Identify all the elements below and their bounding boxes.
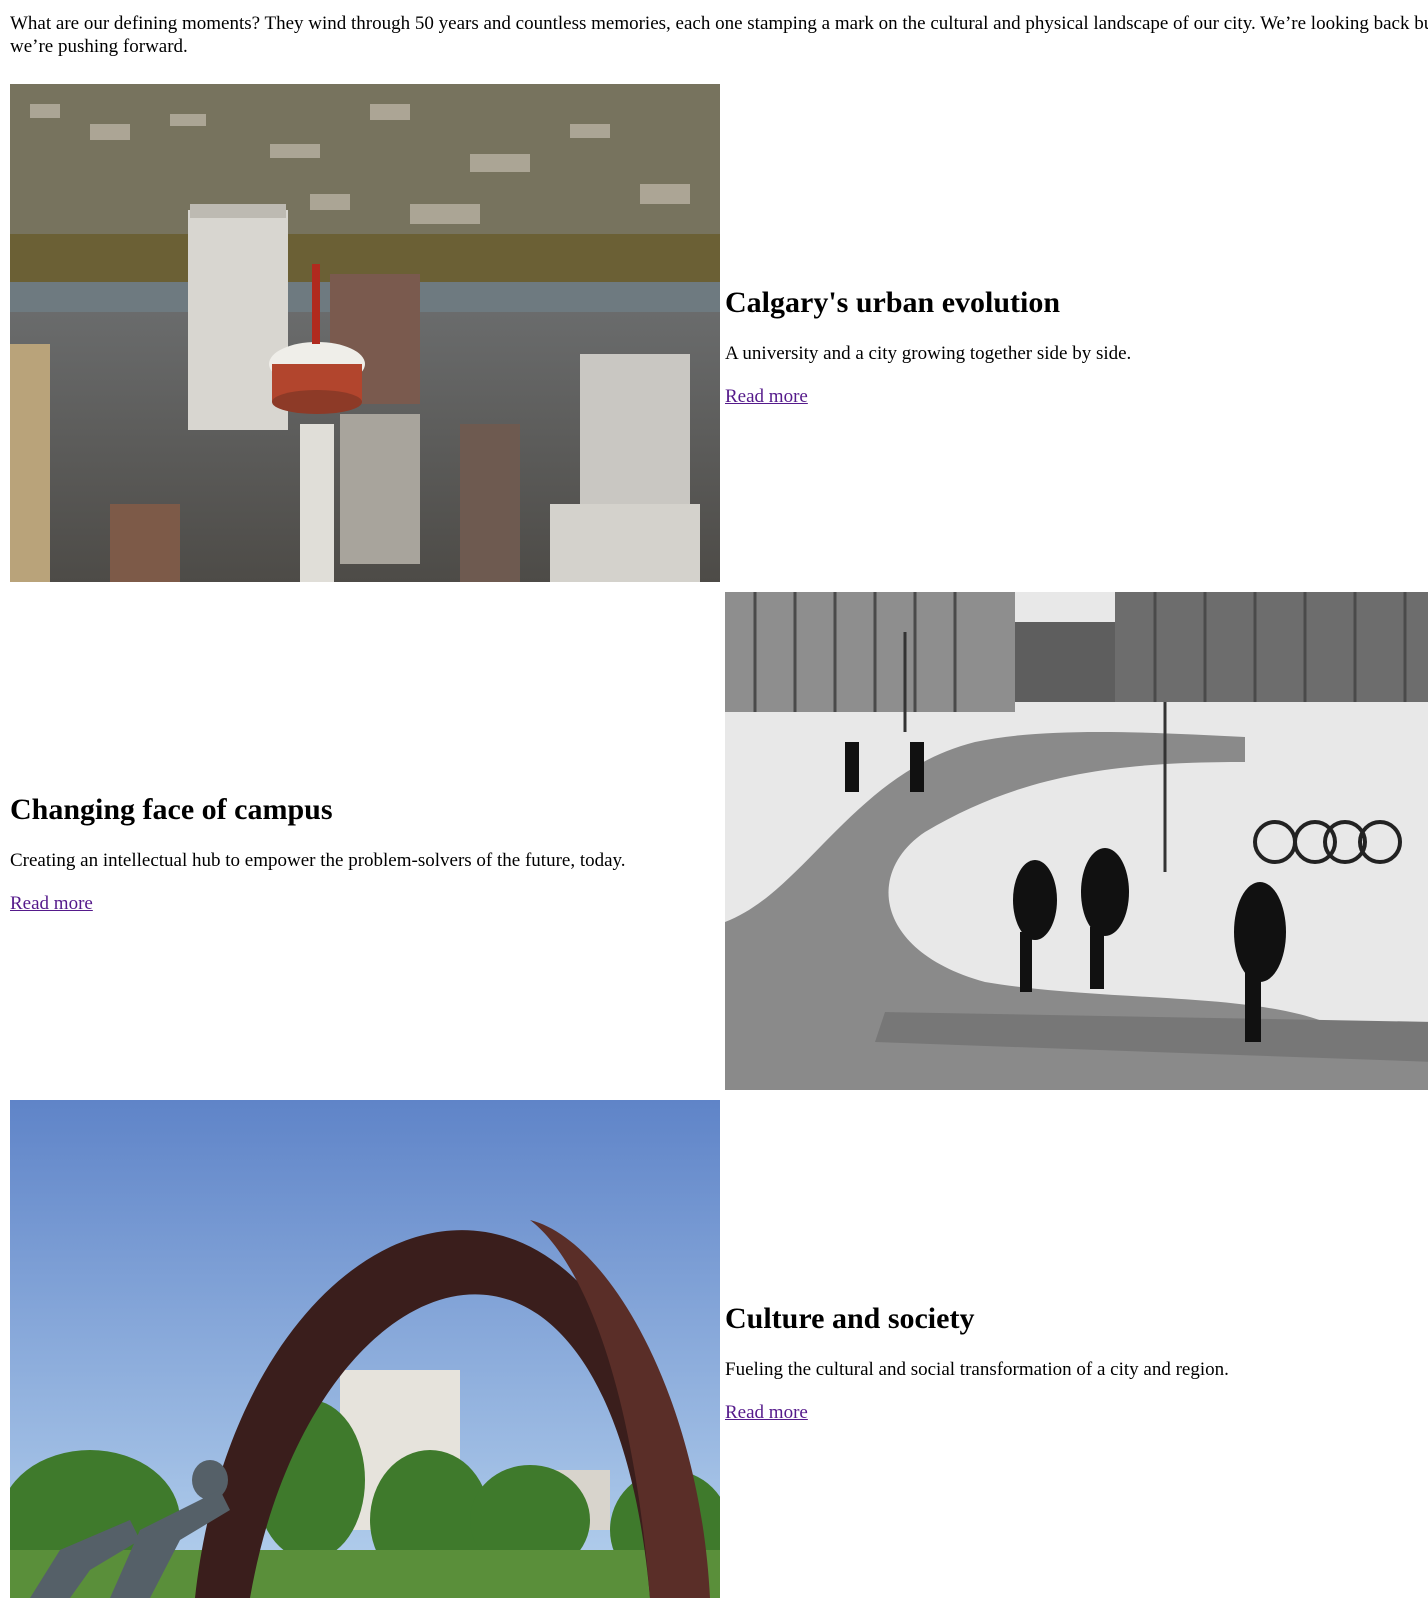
- story-title: Culture and society: [725, 1302, 975, 1335]
- read-more-link[interactable]: Read more: [725, 386, 808, 407]
- story-title: Calgary's urban evolution: [725, 286, 1061, 319]
- story-description: Creating an intellectual hub to empower …: [10, 850, 626, 871]
- story-title: Changing face of campus: [10, 793, 333, 826]
- read-more-link[interactable]: Read more: [725, 1402, 808, 1423]
- story-campus: Changing face of campus Creating an inte…: [10, 793, 626, 915]
- story-description: Fueling the cultural and social transfor…: [725, 1359, 1229, 1380]
- story-culture-society: Culture and society Fueling the cultural…: [725, 1302, 1229, 1424]
- intro-text: What are our defining moments? They wind…: [10, 13, 1428, 57]
- calgary-aerial-photo: [10, 84, 720, 582]
- arch-sculpture-photo: [10, 1100, 720, 1598]
- story-urban-evolution: Calgary's urban evolution A university a…: [725, 286, 1131, 408]
- read-more-link[interactable]: Read more: [10, 893, 93, 914]
- story-description: A university and a city growing together…: [725, 343, 1132, 364]
- campus-winter-photo: [725, 592, 1428, 1090]
